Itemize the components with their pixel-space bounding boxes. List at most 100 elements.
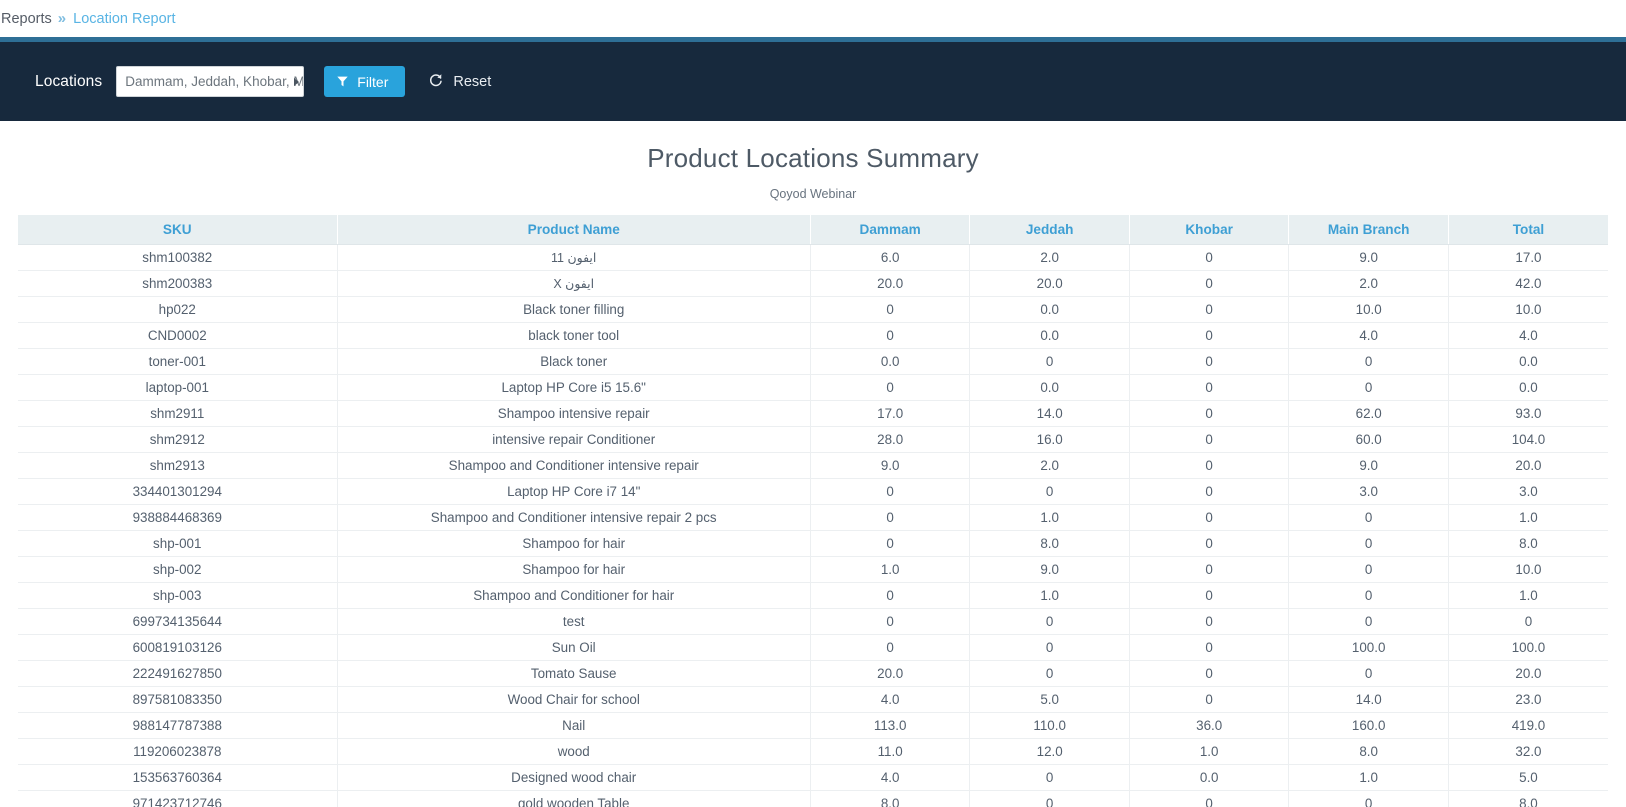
cell-total: 10.0 [1448, 296, 1608, 323]
table-row[interactable]: shm200383 ايفون X 20.0 20.0 0 2.0 42.0 [18, 270, 1608, 297]
cell-khobar: 0 [1129, 582, 1290, 609]
filter-button[interactable]: Filter [324, 66, 406, 97]
cell-main-branch: 3.0 [1288, 478, 1449, 505]
cell-product-name: Laptop HP Core i7 14" [337, 478, 811, 505]
cell-jeddah: 110.0 [969, 712, 1130, 739]
cell-dammam: 0 [810, 582, 971, 609]
cell-main-branch: 10.0 [1288, 296, 1449, 323]
table-row[interactable]: shm2912 intensive repair Conditioner 28.0 1… [18, 426, 1608, 453]
table-row[interactable]: 971423712746 gold wooden Table 8.0 0 0 0 8.0 [18, 790, 1608, 807]
table-row[interactable]: toner-001 Black toner 0.0 0 0 0 0.0 [18, 348, 1608, 375]
cell-total: 104.0 [1448, 426, 1608, 453]
product-locations-table: SKU Product Name Dammam Jeddah Khobar Ma… [18, 215, 1608, 807]
chevron-down-icon [294, 77, 300, 86]
cell-product-name: Shampoo for hair [337, 530, 811, 557]
table-row[interactable]: 119206023878 wood 11.0 12.0 1.0 8.0 32.0 [18, 738, 1608, 765]
breadcrumb-current[interactable]: Location Report [73, 11, 175, 27]
cell-product-name: Shampoo intensive repair [337, 400, 811, 427]
column-header-jeddah[interactable]: Jeddah [969, 215, 1130, 245]
table-row[interactable]: 938884468369 Shampoo and Conditioner inte… [18, 504, 1608, 531]
table-row[interactable]: 600819103126 Sun Oil 0 0 0 100.0 100.0 [18, 634, 1608, 661]
table-row[interactable]: shp-003 Shampoo and Conditioner for hair 0… [18, 582, 1608, 609]
cell-khobar: 0 [1129, 790, 1290, 807]
cell-dammam: 20.0 [810, 270, 971, 297]
cell-jeddah: 8.0 [969, 530, 1130, 557]
cell-sku: shm200383 [18, 270, 338, 297]
table-row[interactable]: shp-002 Shampoo for hair 1.0 9.0 0 0 10.0 [18, 556, 1608, 583]
table-row[interactable]: 699734135644 test 0 0 0 0 0 [18, 608, 1608, 635]
cell-main-branch: 0 [1288, 374, 1449, 401]
cell-dammam: 0.0 [810, 348, 971, 375]
cell-dammam: 11.0 [810, 738, 971, 765]
cell-main-branch: 160.0 [1288, 712, 1449, 739]
column-header-sku[interactable]: SKU [18, 215, 338, 245]
table-row[interactable]: shm100382 ايفون 11 6.0 2.0 0 9.0 17.0 [18, 244, 1608, 271]
cell-khobar: 0 [1129, 686, 1290, 713]
cell-khobar: 0.0 [1129, 764, 1290, 791]
cell-total: 93.0 [1448, 400, 1608, 427]
cell-total: 17.0 [1448, 244, 1608, 271]
table-row[interactable]: hp022 Black toner filling 0 0.0 0 10.0 10.0 [18, 296, 1608, 323]
column-header-main-branch[interactable]: Main Branch [1288, 215, 1449, 245]
cell-jeddah: 5.0 [969, 686, 1130, 713]
column-header-product-name[interactable]: Product Name [337, 215, 811, 245]
cell-sku: 222491627850 [18, 660, 338, 687]
cell-sku: 334401301294 [18, 478, 338, 505]
cell-main-branch: 0 [1288, 582, 1449, 609]
cell-dammam: 0 [810, 530, 971, 557]
table-row[interactable]: CND0002 black toner tool 0 0.0 0 4.0 4.0 [18, 322, 1608, 349]
cell-dammam: 4.0 [810, 764, 971, 791]
cell-dammam: 0 [810, 374, 971, 401]
cell-dammam: 0 [810, 634, 971, 661]
cell-main-branch: 14.0 [1288, 686, 1449, 713]
cell-khobar: 0 [1129, 634, 1290, 661]
table-row[interactable]: shm2913 Shampoo and Conditioner intensive… [18, 452, 1608, 479]
table-row[interactable]: laptop-001 Laptop HP Core i5 15.6" 0 0.0 0 0 0… [18, 374, 1608, 401]
cell-product-name: Shampoo and Conditioner intensive repair… [337, 504, 811, 531]
column-header-khobar[interactable]: Khobar [1129, 215, 1290, 245]
locations-select[interactable]: Dammam, Jeddah, Khobar, Ma [116, 66, 305, 97]
table-row[interactable]: 897581083350 Wood Chair for school 4.0 5.0 0… [18, 686, 1608, 713]
cell-khobar: 36.0 [1129, 712, 1290, 739]
cell-product-name: intensive repair Conditioner [337, 426, 811, 453]
cell-dammam: 8.0 [810, 790, 971, 807]
cell-jeddah: 0 [969, 660, 1130, 687]
cell-total: 20.0 [1448, 660, 1608, 687]
cell-sku: 699734135644 [18, 608, 338, 635]
cell-total: 100.0 [1448, 634, 1608, 661]
cell-total: 4.0 [1448, 322, 1608, 349]
cell-product-name: Shampoo for hair [337, 556, 811, 583]
breadcrumb-root[interactable]: Reports [1, 11, 52, 27]
cell-jeddah: 0 [969, 608, 1130, 635]
cell-khobar: 0 [1129, 296, 1290, 323]
reset-button[interactable]: Reset [423, 73, 497, 91]
cell-sku: shp-003 [18, 582, 338, 609]
cell-product-name: black toner tool [337, 322, 811, 349]
column-header-dammam[interactable]: Dammam [810, 215, 971, 245]
table-row[interactable]: shp-001 Shampoo for hair 0 8.0 0 0 8.0 [18, 530, 1608, 557]
cell-jeddah: 0 [969, 478, 1130, 505]
table-row[interactable]: 222491627850 Tomato Sause 20.0 0 0 0 20.0 [18, 660, 1608, 687]
cell-khobar: 0 [1129, 244, 1290, 271]
cell-jeddah: 0.0 [969, 322, 1130, 349]
cell-dammam: 6.0 [810, 244, 971, 271]
cell-total: 8.0 [1448, 530, 1608, 557]
cell-dammam: 0 [810, 296, 971, 323]
cell-product-name: Black toner filling [337, 296, 811, 323]
table-row[interactable]: 988147787388 Nail 113.0 110.0 36.0 160.0 419.0 [18, 712, 1608, 739]
cell-main-branch: 100.0 [1288, 634, 1449, 661]
table-row[interactable]: shm2911 Shampoo intensive repair 17.0 14.0 0… [18, 400, 1608, 427]
table-row[interactable]: 334401301294 Laptop HP Core i7 14" 0 0 0 3.0 3… [18, 478, 1608, 505]
cell-dammam: 113.0 [810, 712, 971, 739]
cell-jeddah: 9.0 [969, 556, 1130, 583]
breadcrumb-separator-icon: » [57, 10, 67, 27]
cell-khobar: 0 [1129, 426, 1290, 453]
cell-dammam: 4.0 [810, 686, 971, 713]
table-row[interactable]: 153563760364 Designed wood chair 4.0 0 0.0 1.… [18, 764, 1608, 791]
cell-product-name: gold wooden Table [337, 790, 811, 807]
column-header-total[interactable]: Total [1448, 215, 1608, 245]
cell-product-name: Tomato Sause [337, 660, 811, 687]
cell-main-branch: 9.0 [1288, 452, 1449, 479]
report-subtitle: Qoyod Webinar [769, 187, 857, 201]
cell-jeddah: 0 [969, 790, 1130, 807]
